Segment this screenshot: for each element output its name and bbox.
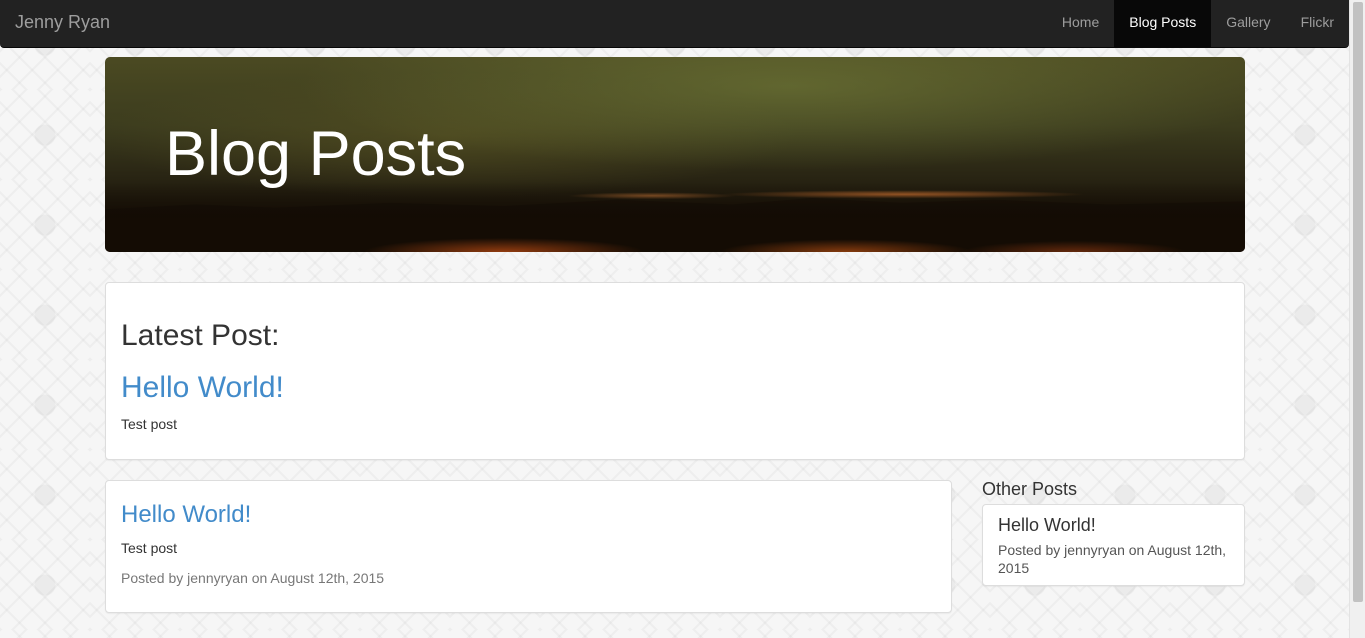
nav-item-home[interactable]: Home xyxy=(1047,0,1114,47)
brand-link[interactable]: Jenny Ryan xyxy=(15,12,110,33)
latest-post-body: Test post xyxy=(121,416,178,432)
post-body: Test post xyxy=(121,540,178,556)
post-meta: Posted by jennyryan on August 12th, 2015 xyxy=(121,570,385,586)
post-card: Hello World! Test post Posted by jennyry… xyxy=(105,480,952,613)
nav-item-flickr[interactable]: Flickr xyxy=(1286,0,1349,47)
page-scrollbar[interactable] xyxy=(1349,0,1365,638)
latest-post-panel: Latest Post: Hello World! Test post xyxy=(105,282,1245,460)
page-title: Blog Posts xyxy=(165,119,467,189)
other-post-meta: Posted by jennyryan on August 12th, 2015 xyxy=(998,542,1227,576)
nav-links: Home Blog Posts Gallery Flickr xyxy=(1047,0,1349,47)
hero-banner: Blog Posts xyxy=(105,57,1245,252)
post-title-link[interactable]: Hello World! xyxy=(121,501,251,529)
nav-item-blog-posts[interactable]: Blog Posts xyxy=(1114,0,1212,47)
hero-glow xyxy=(105,182,1245,252)
navbar: Jenny Ryan Home Blog Posts Gallery Flick… xyxy=(0,0,1349,48)
other-post-title[interactable]: Hello World! xyxy=(998,515,1096,536)
latest-post-title-link[interactable]: Hello World! xyxy=(121,371,284,405)
latest-post-heading: Latest Post: xyxy=(121,319,280,352)
other-posts-heading: Other Posts xyxy=(982,479,1078,499)
nav-item-gallery[interactable]: Gallery xyxy=(1211,0,1285,47)
scrollbar-thumb[interactable] xyxy=(1353,2,1363,602)
other-post-item[interactable]: Hello World! Posted by jennyryan on Augu… xyxy=(982,504,1245,586)
